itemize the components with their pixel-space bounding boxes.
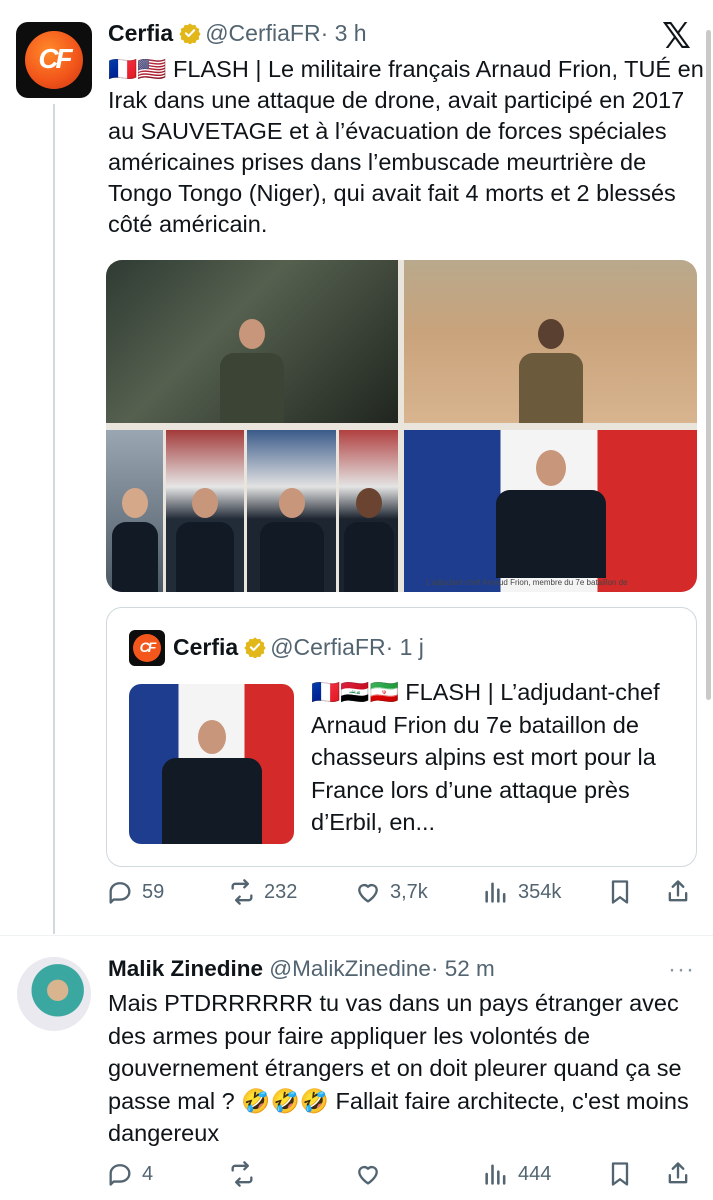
quoted-tweet-text: 🇫🇷🇮🇶🇮🇷 FLASH | L’adjudant-chef Arnaud Fr… [311,679,660,835]
reply-count: 59 [142,880,165,903]
tweet-time[interactable]: · 3 h [321,20,367,46]
quoted-tweet-time: · 1 j [385,634,424,660]
thread-connector-line [53,104,55,934]
bookmark-button[interactable] [606,1160,634,1188]
bookmark-icon [611,1162,629,1186]
quoted-author-name: Cerfia [173,634,239,660]
like-button[interactable]: 3,7k [354,878,428,906]
more-options-icon[interactable]: ··· [668,956,695,984]
heart-icon [358,1165,378,1185]
photo-portrait-3[interactable] [247,430,336,592]
share-icon [668,880,688,902]
verified-badge-icon [244,637,266,658]
reply-author-avatar[interactable] [17,957,91,1031]
repost-button[interactable] [228,1160,264,1188]
repost-button[interactable]: 232 [228,878,297,906]
photo-portrait-4[interactable] [339,430,398,592]
quoted-author-handle: @CerfiaFR [270,634,386,660]
author-avatar[interactable]: CF [16,22,92,98]
image-caption: L’adjudant-chef Arnaud Frion, membre du … [426,578,628,587]
quoted-tweet-card[interactable]: CF Cerfia @CerfiaFR· 1 j 🇫🇷🇮🇶🇮🇷 FLASH | L… [106,607,697,867]
views-count: 354k [518,880,562,903]
tweet-header: Cerfia @CerfiaFR· 3 h [108,20,367,47]
bookmark-button[interactable] [606,878,634,906]
reply-action-bar: 4 444 [106,1160,706,1200]
photo-soldier-rifle[interactable] [106,260,398,423]
share-button[interactable] [664,878,692,906]
photo-official-portrait[interactable] [404,430,697,592]
author-name[interactable]: Cerfia [108,20,173,46]
reply-header: Malik Zinedine @MalikZinedine· 52 m [108,956,495,982]
heart-icon [358,883,378,903]
avatar-logo-letters: CF [38,43,72,74]
reply-button[interactable]: 59 [106,878,164,906]
reply-button[interactable]: 4 [106,1160,153,1188]
share-button[interactable] [664,1160,692,1188]
tweet-media-grid[interactable]: L’adjudant-chef Arnaud Frion, membre du … [106,260,697,592]
reply-author-name[interactable]: Malik Zinedine [108,956,263,981]
views-bar-chart-icon [485,1164,506,1185]
repost-icon [231,1161,253,1187]
views-button[interactable]: 444 [482,1160,551,1188]
reply-author-handle[interactable]: @MalikZinedine [269,956,431,981]
tweet-divider [0,935,713,936]
repost-icon [231,879,253,905]
like-button[interactable] [354,1160,390,1188]
reply-time[interactable]: · 52 m [431,956,495,981]
views-bar-chart-icon [485,882,506,903]
photo-portrait-1[interactable] [106,430,163,592]
repost-count: 232 [264,880,298,903]
reply-text: Mais PTDRRRRRR tu vas dans un pays étran… [108,990,689,1146]
reply-icon [109,1164,131,1186]
verified-badge-icon [179,23,201,44]
author-handle[interactable]: @CerfiaFR [205,20,320,46]
views-button[interactable]: 354k [482,878,561,906]
quoted-tweet-header: Cerfia @CerfiaFR· 1 j [173,634,424,661]
tweet-text: 🇫🇷🇺🇸 FLASH | Le militaire français Arnau… [108,56,711,237]
photo-combat-scene[interactable] [404,260,697,423]
quoted-author-avatar[interactable]: CF [129,630,165,666]
reply-count: 4 [142,1162,154,1185]
tweet-action-bar: 59 232 3,7k 354k [106,878,706,918]
bookmark-icon [611,880,629,904]
like-count: 3,7k [390,880,428,903]
x-logo-icon[interactable]: 𝕏 [662,18,691,54]
views-count: 444 [518,1162,552,1185]
photo-portrait-2[interactable] [166,430,244,592]
quoted-tweet-image[interactable] [129,684,294,844]
avatar-logo-letters: CF [139,639,157,655]
reply-icon [109,882,131,904]
share-icon [668,1162,688,1184]
